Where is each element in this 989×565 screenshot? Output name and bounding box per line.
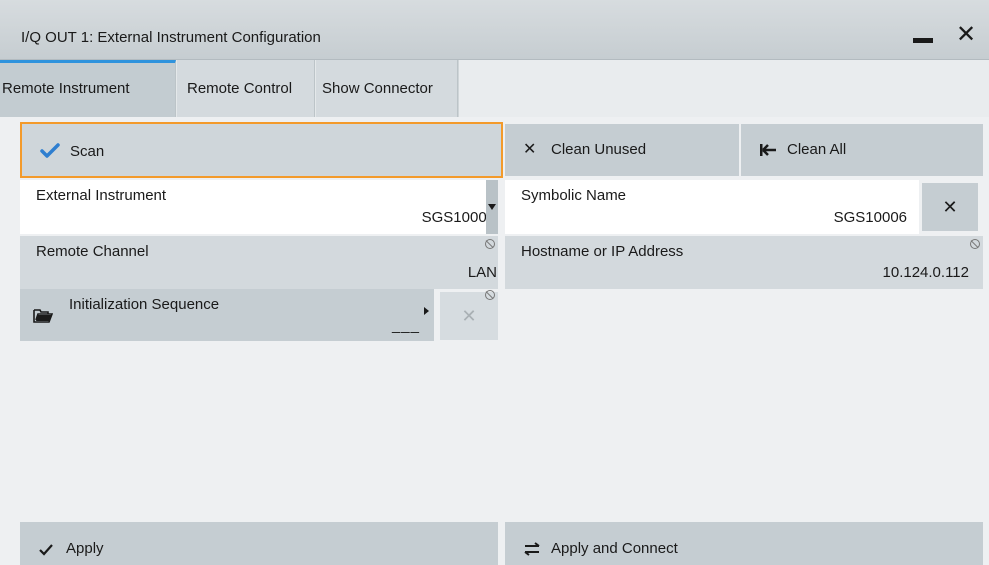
scan-icon [40, 143, 60, 158]
disabled-icon [970, 239, 980, 249]
symbolic-name-clear-button[interactable]: ✕ [922, 183, 978, 231]
chevron-right-icon [424, 307, 429, 315]
remote-channel-field: Remote Channel LAN [20, 236, 498, 289]
tab-label: Remote Control [187, 80, 293, 97]
clean-unused-button[interactable]: ✕ Clean Unused [505, 124, 739, 176]
disabled-icon [485, 239, 495, 249]
external-instrument-label: External Instrument [36, 187, 167, 204]
tab-bar: Remote Instrument Remote Control Show Co… [0, 60, 989, 117]
initialization-sequence-button[interactable]: Initialization Sequence ___ [20, 289, 434, 341]
tab-bar-filler [458, 60, 989, 117]
symbolic-name-value: SGS10006 [833, 209, 907, 226]
disabled-icon [485, 290, 495, 300]
scan-button[interactable]: Scan [20, 122, 503, 178]
main-panel: Scan ✕ Clean Unused Clean All External I… [0, 117, 989, 565]
apply-and-connect-button[interactable]: Apply and Connect [505, 522, 983, 565]
remote-channel-label: Remote Channel [36, 243, 149, 260]
close-icon: ✕ [523, 141, 537, 158]
dropdown-arrow-icon[interactable] [486, 180, 498, 234]
tab-label: Show Connector [322, 80, 433, 97]
initialization-sequence-label: Initialization Sequence [69, 296, 220, 313]
initialization-sequence-value: ___ [391, 317, 420, 334]
connect-arrows-icon [524, 542, 540, 556]
clean-all-icon [760, 144, 776, 156]
apply-label: Apply [66, 540, 104, 557]
remote-channel-value: LAN [467, 264, 497, 281]
tab-remote-control[interactable]: Remote Control [177, 60, 315, 117]
clean-all-button[interactable]: Clean All [741, 124, 983, 176]
close-icon[interactable]: ✕ [953, 22, 979, 48]
hostname-field: Hostname or IP Address 10.124.0.112 [505, 236, 983, 289]
checkmark-icon [39, 544, 53, 556]
minimize-icon[interactable] [913, 38, 933, 43]
symbolic-name-label: Symbolic Name [521, 187, 627, 204]
external-instrument-value: SGS10006 [421, 209, 495, 226]
window-title: I/Q OUT 1: External Instrument Configura… [21, 29, 321, 46]
folder-icon [33, 309, 53, 323]
tab-show-connector[interactable]: Show Connector [316, 60, 458, 117]
tab-remote-instrument[interactable]: Remote Instrument [0, 60, 176, 117]
title-bar: I/Q OUT 1: External Instrument Configura… [0, 0, 989, 60]
clean-unused-label: Clean Unused [551, 141, 647, 158]
tab-label: Remote Instrument [2, 80, 130, 97]
external-instrument-select[interactable]: External Instrument SGS10006 [20, 180, 498, 234]
apply-button[interactable]: Apply [20, 522, 498, 565]
clean-all-label: Clean All [787, 141, 847, 158]
hostname-label: Hostname or IP Address [521, 243, 684, 260]
apply-and-connect-label: Apply and Connect [551, 540, 678, 557]
scan-label: Scan [70, 143, 105, 160]
hostname-value: 10.124.0.112 [882, 264, 969, 281]
symbolic-name-field[interactable]: Symbolic Name SGS10006 [505, 180, 919, 234]
